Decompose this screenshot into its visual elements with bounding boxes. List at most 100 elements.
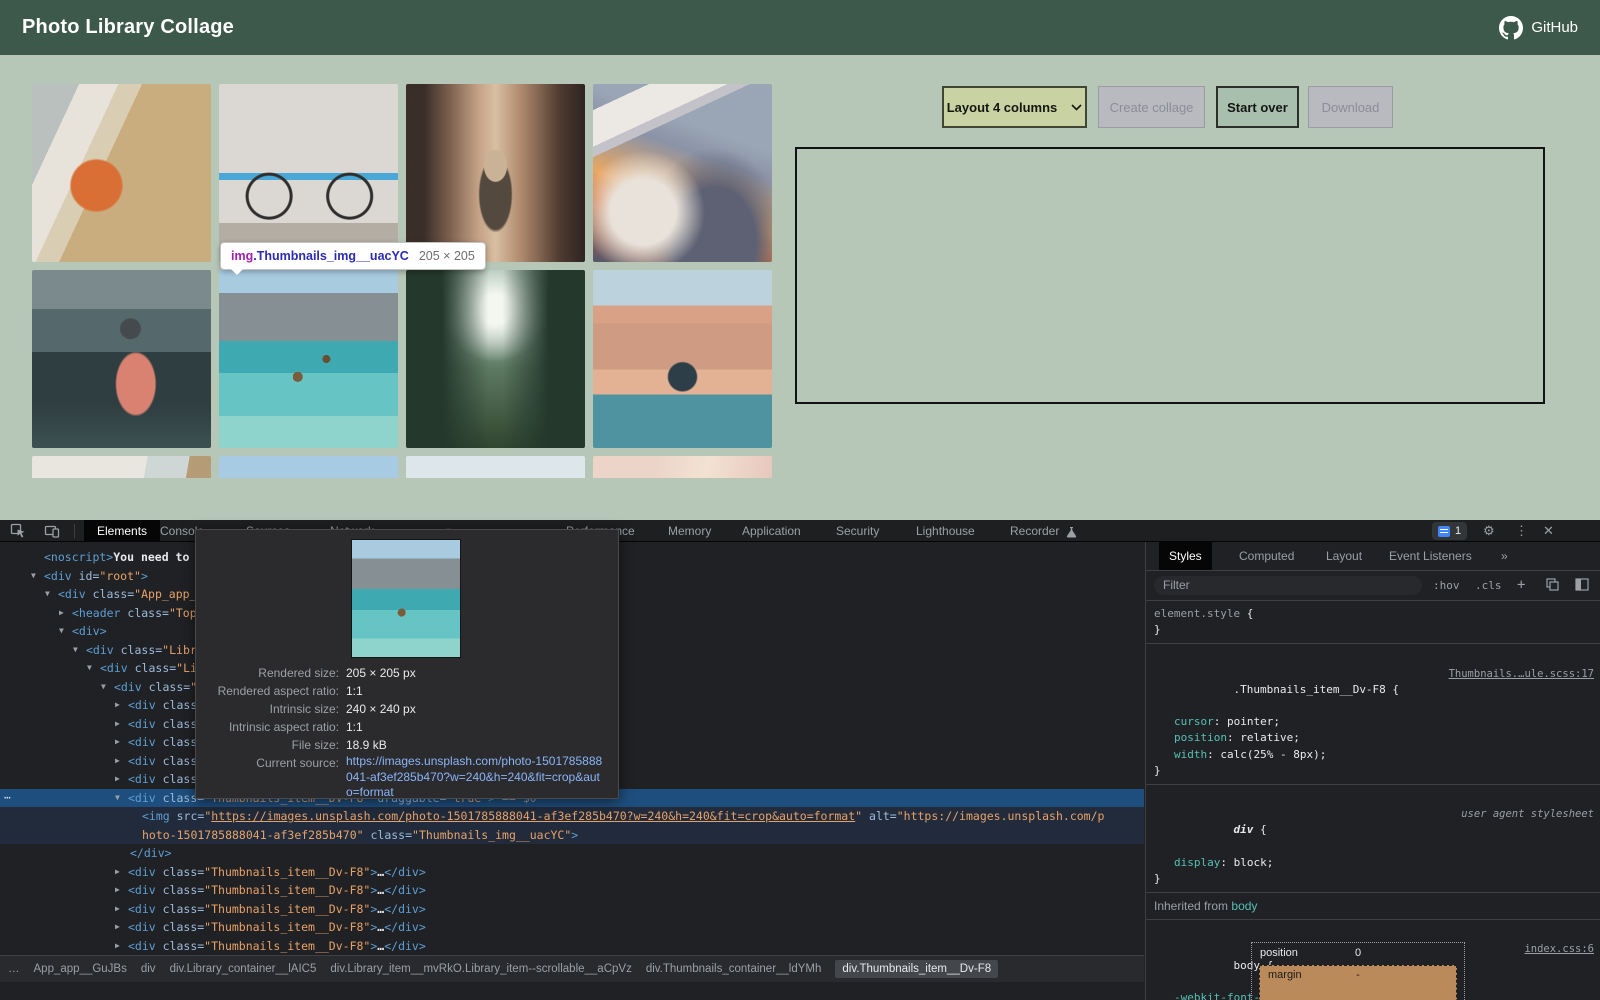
download-button[interactable]: Download <box>1308 86 1393 128</box>
photo-thumb-braies-lake[interactable] <box>219 270 398 448</box>
dom-node[interactable]: hoto-1501785888041-af3ef285b470" class="… <box>0 826 1144 845</box>
expand-arrow-icon[interactable]: ▶ <box>115 752 120 771</box>
toolbar-divider <box>74 524 75 538</box>
breadcrumb-item[interactable]: div.Library_container__lAIC5 <box>170 963 317 975</box>
preview-row-label: Intrinsic aspect ratio: <box>196 718 346 736</box>
expand-arrow-icon[interactable]: ▼ <box>87 659 92 678</box>
expand-arrow-icon[interactable]: ▶ <box>115 770 120 789</box>
dom-node[interactable]: ▶<div class="Thumbnails_item__Dv-F8">…</… <box>0 937 1144 956</box>
close-devtools-icon[interactable]: ✕ <box>1543 520 1554 542</box>
photo-thumb-partial-town[interactable] <box>406 456 585 478</box>
photo-thumb-airplane-wing[interactable] <box>593 84 772 262</box>
breadcrumb-item[interactable]: div.Thumbnails_container__ldYMh <box>646 963 822 975</box>
expand-arrow-icon[interactable]: ▶ <box>115 863 120 882</box>
issues-icon <box>1438 526 1450 537</box>
dom-node[interactable]: ▶<div class="Thumbnails_item__Dv-F8">…</… <box>0 900 1144 919</box>
box-model-margin-box[interactable]: margin - <box>1259 965 1457 1000</box>
expand-arrow-icon[interactable]: ▶ <box>115 900 120 919</box>
expand-arrow-icon[interactable]: ▼ <box>59 622 64 641</box>
photo-thumb-suspension-bridge[interactable] <box>406 270 585 448</box>
photo-thumb-starfish-beach[interactable] <box>32 84 211 262</box>
experiment-flask-icon <box>1066 525 1082 541</box>
breadcrumb-item[interactable]: div.Library_item__mvRkO.Library_item--sc… <box>330 963 631 975</box>
start-over-button[interactable]: Start over <box>1216 86 1299 128</box>
preview-row-value: 205 × 205 px <box>346 664 416 682</box>
breadcrumb-item[interactable]: div <box>141 963 156 975</box>
cls-toggle[interactable]: .cls <box>1475 571 1502 600</box>
sidebar-layout-icon[interactable] <box>1575 578 1589 594</box>
dom-node[interactable]: ▶<div class="Thumbnails_item__Dv-F8">…</… <box>0 918 1144 937</box>
tab-lighthouse[interactable]: Lighthouse <box>916 520 975 542</box>
expand-arrow-icon[interactable]: ▼ <box>73 641 78 660</box>
breadcrumb-item[interactable]: App_app__GuJBs <box>34 963 127 975</box>
expand-arrow-icon[interactable]: ▶ <box>115 696 120 715</box>
styles-filter-input[interactable]: Filter <box>1154 576 1422 595</box>
photo-thumb-partial-sky[interactable] <box>219 456 398 478</box>
expand-arrow-icon[interactable]: ▶ <box>115 715 120 734</box>
inherited-body-link[interactable]: body <box>1231 899 1257 913</box>
breadcrumb-item-active[interactable]: div.Thumbnails_item__Dv-F8 <box>835 960 998 978</box>
inspect-element-icon[interactable] <box>10 523 26 539</box>
stylesheet-link[interactable]: Thumbnails.…ule.scss:17 <box>1449 666 1594 682</box>
page-title: Photo Library Collage <box>22 16 234 39</box>
photo-thumb-rialto-bridge[interactable] <box>593 270 772 448</box>
expand-arrow-icon[interactable]: ▼ <box>31 567 36 586</box>
expand-arrow-icon[interactable]: ▼ <box>115 789 120 808</box>
styles-sidebar: Styles Computed Layout Event Listeners »… <box>1145 542 1600 1000</box>
styles-filter-bar: Filter :hov .cls + <box>1146 571 1600 601</box>
breadcrumb-item[interactable]: … <box>8 963 20 975</box>
layout-select-value: Layout 4 columns <box>947 100 1058 115</box>
preview-row-label: File size: <box>196 736 346 754</box>
dom-node[interactable]: ▶<div class="Thumbnails_item__Dv-F8">…</… <box>0 863 1144 882</box>
settings-gear-icon[interactable]: ⚙ <box>1483 520 1495 542</box>
rule-element-style[interactable]: element.style { } <box>1146 601 1600 644</box>
device-toolbar-icon[interactable] <box>44 523 60 539</box>
tab-application[interactable]: Application <box>742 520 801 542</box>
tab-security[interactable]: Security <box>836 520 879 542</box>
layout-select[interactable]: Layout 4 columns <box>942 86 1087 128</box>
tab-computed[interactable]: Computed <box>1239 542 1294 570</box>
inspect-tooltip-tag: img <box>231 249 253 263</box>
expand-arrow-icon[interactable]: ▼ <box>45 585 50 604</box>
photo-thumb-blue-bicycle[interactable] <box>219 84 398 262</box>
tab-styles[interactable]: Styles <box>1159 542 1212 570</box>
photo-thumb-alley-backpacker[interactable] <box>406 84 585 262</box>
expand-arrow-icon[interactable]: ▼ <box>101 678 106 697</box>
tab-event-listeners[interactable]: Event Listeners <box>1389 542 1472 570</box>
more-panels-icon[interactable]: » <box>1501 542 1508 570</box>
expand-arrow-icon[interactable]: ▶ <box>59 604 64 623</box>
kebab-menu-icon[interactable]: ⋮ <box>1515 520 1528 542</box>
tab-memory[interactable]: Memory <box>668 520 711 542</box>
photo-thumb-partial-sunset[interactable] <box>593 456 772 478</box>
expand-arrow-icon[interactable]: ▶ <box>115 937 120 956</box>
preview-thumbnail-braies-lake <box>351 539 461 658</box>
rule-div-ua[interactable]: user agent stylesheet div { display: blo… <box>1146 785 1600 893</box>
dom-node[interactable]: ▶<div class="Thumbnails_item__Dv-F8">…</… <box>0 881 1144 900</box>
expand-arrow-icon[interactable]: ▶ <box>115 881 120 900</box>
preview-row-label: Current source: <box>196 754 346 801</box>
collage-drop-area[interactable] <box>795 147 1545 404</box>
inspect-tooltip-class: .Thumbnails_img__uacYC <box>253 249 409 263</box>
tab-recorder[interactable]: Recorder <box>1010 520 1059 542</box>
dom-node[interactable]: </div> <box>0 844 1144 863</box>
index-css-link[interactable]: index.css:6 <box>1524 941 1594 957</box>
box-model-diagram[interactable]: position 0 margin - <box>1251 942 1465 1000</box>
new-style-rule-icon[interactable]: + <box>1517 571 1525 600</box>
create-collage-button[interactable]: Create collage <box>1098 86 1205 128</box>
preview-row-label: Intrinsic size: <box>196 700 346 718</box>
tab-layout[interactable]: Layout <box>1326 542 1362 570</box>
expand-arrow-icon[interactable]: ▶ <box>115 918 120 937</box>
preview-source-link[interactable]: https://images.unsplash.com/photo-150178… <box>346 754 604 801</box>
tab-elements[interactable]: Elements <box>84 520 160 542</box>
rule-thumbnails-item[interactable]: Thumbnails.…ule.scss:17 .Thumbnails_item… <box>1146 644 1600 785</box>
photo-thumb-partial-peaks[interactable] <box>32 456 211 478</box>
github-link[interactable]: GitHub <box>1499 16 1578 40</box>
node-menu-dots-icon[interactable]: ⋯ <box>4 789 12 808</box>
hov-toggle[interactable]: :hov <box>1433 571 1460 600</box>
photo-thumb-hiker-lake[interactable] <box>32 270 211 448</box>
copy-styles-icon[interactable] <box>1546 578 1559 594</box>
expand-arrow-icon[interactable]: ▶ <box>115 733 120 752</box>
issues-badge[interactable]: 1 <box>1432 522 1467 540</box>
dom-node[interactable]: <img src="https://images.unsplash.com/ph… <box>0 807 1144 826</box>
sidebar-tabs: Styles Computed Layout Event Listeners » <box>1146 542 1600 571</box>
